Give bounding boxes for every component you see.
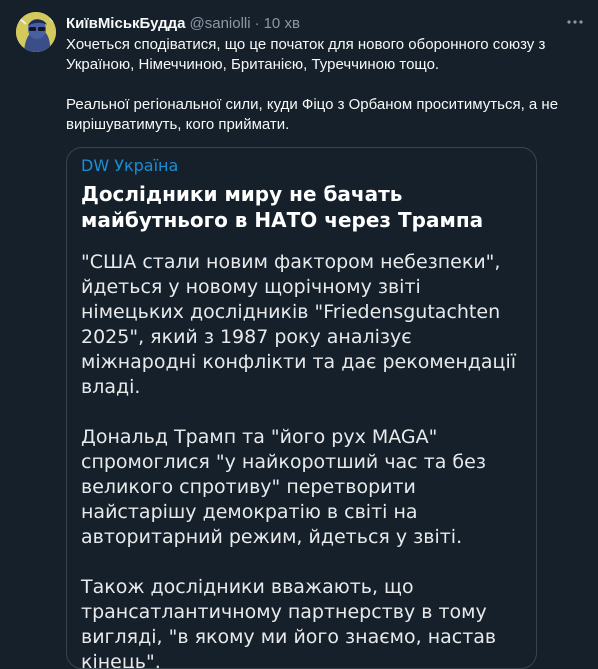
- tweet: КиївМіськБудда @saniolli · 10 хв Хочетьс…: [0, 0, 598, 669]
- embedded-card[interactable]: DW Україна Дослідники миру не бачать май…: [66, 147, 537, 669]
- card-paragraph: Дональд Трамп та "його рух MAGA" спромог…: [81, 426, 486, 548]
- avatar-image: [16, 12, 56, 52]
- more-horizontal-icon: [567, 20, 583, 24]
- more-options-button[interactable]: [565, 12, 585, 32]
- avatar[interactable]: [16, 12, 56, 52]
- card-headline: Дослідники миру не бачать майбутнього в …: [81, 182, 484, 232]
- tweet-text: Хочеться сподіватися, що це початок для …: [66, 35, 566, 135]
- tweet-paragraph: Реальної регіональної сили, куди Фіцо з …: [66, 96, 559, 133]
- card-body: "США стали новим фактором небезпеки", йд…: [81, 250, 526, 669]
- tweet-paragraph: Хочеться сподіватися, що це початок для …: [66, 36, 546, 73]
- timestamp[interactable]: 10 хв: [264, 15, 300, 32]
- separator-dot: ·: [254, 14, 260, 32]
- author-handle[interactable]: @saniolli: [190, 15, 251, 32]
- card-source: DW Україна: [81, 156, 179, 175]
- tweet-header: КиївМіськБудда @saniolli · 10 хв: [66, 13, 300, 33]
- card-paragraph: Також дослідники вважають, що трансатлан…: [81, 576, 497, 669]
- author-name[interactable]: КиївМіськБудда: [66, 15, 186, 32]
- card-paragraph: "США стали новим фактором небезпеки", йд…: [81, 251, 517, 398]
